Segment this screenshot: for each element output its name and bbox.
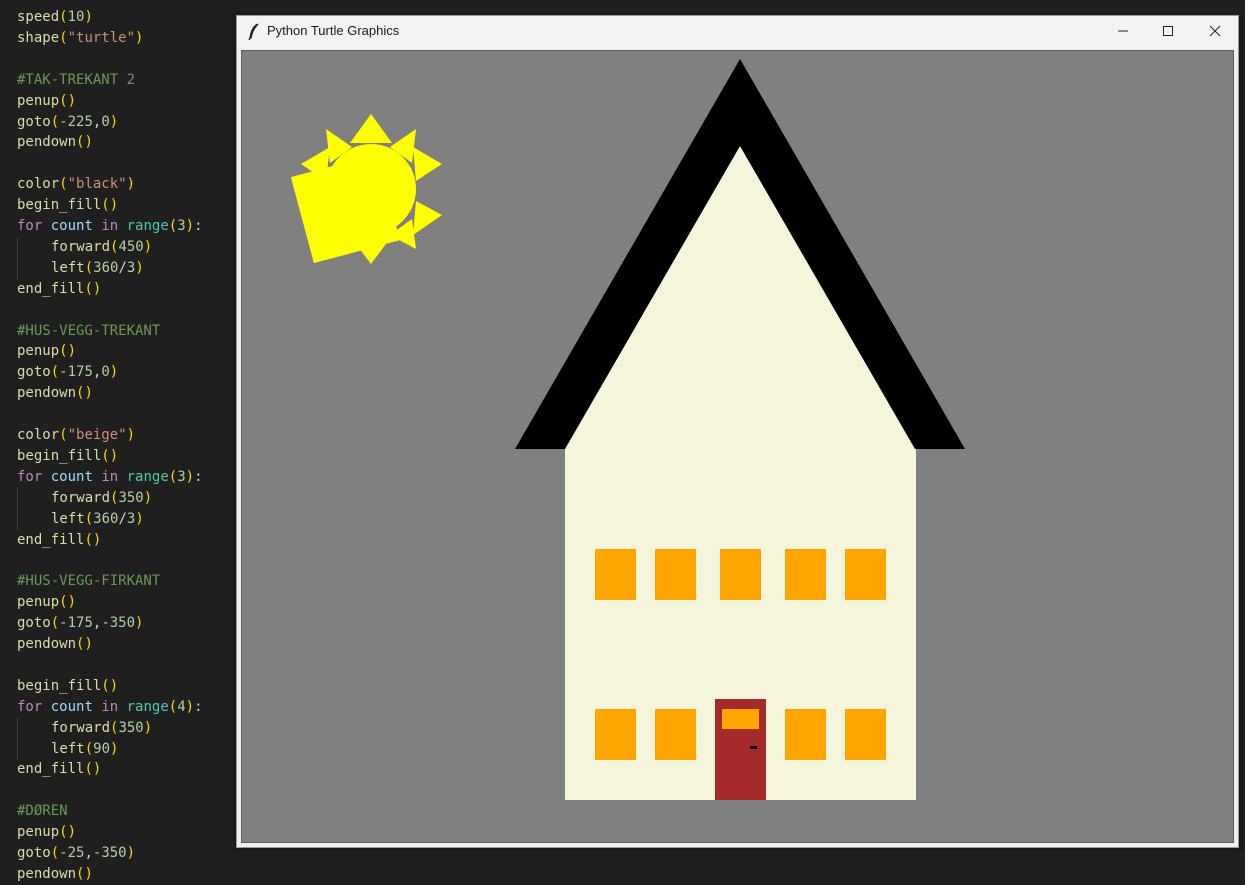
- code-line[interactable]: end_fill(): [17, 759, 101, 780]
- code-line[interactable]: for count in range(3):: [17, 467, 203, 488]
- code-line[interactable]: pendown(): [17, 383, 93, 404]
- indent-guide: [17, 488, 18, 530]
- window: [845, 709, 886, 760]
- code-line[interactable]: pendown(): [17, 634, 93, 655]
- code-line[interactable]: penup(): [17, 592, 76, 613]
- code-line[interactable]: begin_fill(): [17, 195, 118, 216]
- code-comment-line[interactable]: #DØREN: [17, 801, 68, 822]
- maximize-icon: [1163, 26, 1173, 36]
- code-line[interactable]: for count in range(3):: [17, 216, 203, 237]
- code-line[interactable]: pendown(): [17, 132, 93, 153]
- sun-ray: [413, 147, 442, 181]
- code-line[interactable]: for count in range(4):: [17, 697, 203, 718]
- code-line[interactable]: shape("turtle"): [17, 28, 143, 49]
- code-line[interactable]: goto(-175,0): [17, 362, 118, 383]
- code-editor[interactable]: speed(10) shape("turtle") #TAK-TREKANT 2 pe…: [0, 0, 236, 885]
- door-window: [722, 709, 759, 729]
- window: [845, 549, 886, 600]
- close-button[interactable]: [1192, 16, 1238, 46]
- code-line[interactable]: end_fill(): [17, 279, 101, 300]
- code-line[interactable]: left(360/3): [51, 509, 144, 530]
- code-line[interactable]: penup(): [17, 341, 76, 362]
- title-bar[interactable]: Python Turtle Graphics: [237, 16, 1238, 48]
- minimize-button[interactable]: [1100, 16, 1146, 46]
- window: [655, 709, 696, 760]
- code-line[interactable]: forward(350): [51, 718, 152, 739]
- code-line[interactable]: speed(10): [17, 7, 93, 28]
- window-title: Python Turtle Graphics: [267, 23, 400, 38]
- sun-disc: [326, 144, 416, 234]
- turtle-window[interactable]: Python Turtle Graphics: [236, 15, 1239, 848]
- code-comment-line[interactable]: #TAK-TREKANT 2: [17, 70, 135, 91]
- code-line[interactable]: penup(): [17, 91, 76, 112]
- turtle-canvas[interactable]: [241, 50, 1234, 843]
- code-line[interactable]: penup(): [17, 822, 76, 843]
- door-handle: [750, 746, 757, 749]
- code-comment-line[interactable]: #HUS-VEGG-FIRKANT: [17, 571, 160, 592]
- indent-guide: [17, 718, 18, 760]
- code-line[interactable]: left(360/3): [51, 258, 144, 279]
- code-line[interactable]: goto(-25,-350): [17, 843, 135, 864]
- code-line[interactable]: goto(-175,-350): [17, 613, 143, 634]
- window: [595, 549, 636, 600]
- feather-icon: [248, 23, 259, 41]
- indent-guide: [17, 238, 18, 280]
- code-line[interactable]: left(90): [51, 739, 118, 760]
- window: [720, 549, 761, 600]
- code-line[interactable]: end_fill(): [17, 530, 101, 551]
- code-line[interactable]: pendown(): [17, 864, 93, 885]
- close-icon: [1209, 25, 1221, 37]
- window: [785, 549, 826, 600]
- window: [785, 709, 826, 760]
- code-line[interactable]: begin_fill(): [17, 446, 118, 467]
- minimize-icon: [1118, 30, 1128, 32]
- maximize-button[interactable]: [1145, 16, 1191, 46]
- code-line[interactable]: begin_fill(): [17, 676, 118, 697]
- window: [595, 709, 636, 760]
- window: [655, 549, 696, 600]
- code-comment-line[interactable]: #HUS-VEGG-TREKANT: [17, 321, 160, 342]
- sun-ray: [413, 201, 442, 235]
- drawing-surface: [290, 59, 965, 800]
- code-line[interactable]: goto(-225,0): [17, 112, 118, 133]
- sun-ray: [350, 114, 392, 143]
- sun: [290, 114, 442, 264]
- code-line[interactable]: color("black"): [17, 174, 135, 195]
- code-line[interactable]: forward(350): [51, 488, 152, 509]
- code-line[interactable]: color("beige"): [17, 425, 135, 446]
- code-line[interactable]: forward(450): [51, 237, 152, 258]
